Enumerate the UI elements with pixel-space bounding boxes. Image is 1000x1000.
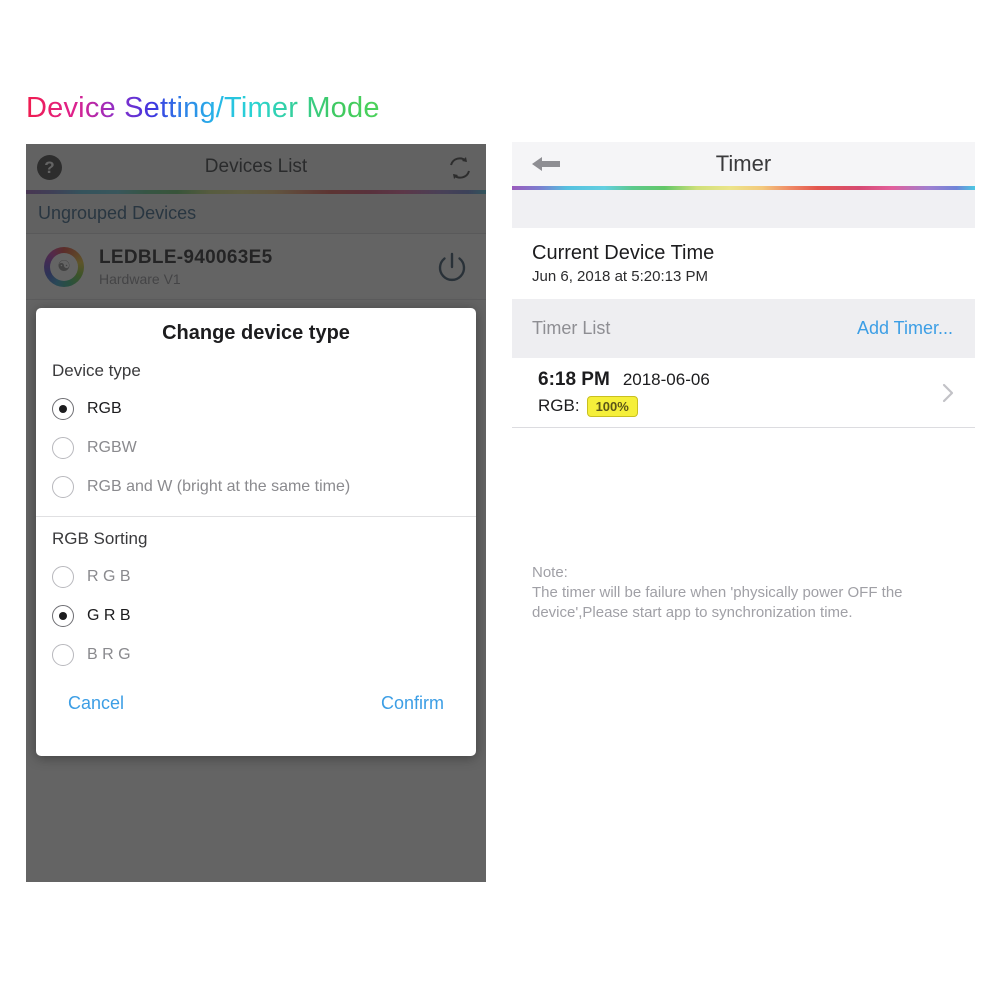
rgb-sorting-option-label: G R B xyxy=(87,606,131,624)
rgb-sorting-option-brg[interactable]: B R G xyxy=(50,635,462,674)
rgb-sorting-option-label: R G B xyxy=(87,567,131,585)
timer-time: 6:18 PM xyxy=(538,368,610,390)
radio-icon xyxy=(52,643,74,666)
radio-icon xyxy=(52,565,74,588)
timer-row[interactable]: 6:18 PM 2018-06-06 RGB: 100% xyxy=(512,358,975,428)
ungrouped-devices-label: Ungrouped Devices xyxy=(38,203,197,223)
note-title: Note: xyxy=(532,564,568,581)
color-wheel-icon: ☯ xyxy=(44,246,84,287)
timer-panel: Timer Current Device Time Jun 6, 2018 at… xyxy=(512,142,975,882)
device-row[interactable]: ☯ LEDBLE-940063E5 Hardware V1 xyxy=(26,234,486,300)
bulb-glyph: ☯ xyxy=(57,258,71,275)
help-icon[interactable]: ? xyxy=(37,155,62,180)
ungrouped-devices-header[interactable]: Ungrouped Devices xyxy=(26,194,486,234)
timer-top-spacer xyxy=(512,190,975,228)
timer-row-content: 6:18 PM 2018-06-06 RGB: 100% xyxy=(538,369,941,417)
rgb-sorting-label: RGB Sorting xyxy=(52,529,148,548)
timer-row-line-primary: 6:18 PM 2018-06-06 xyxy=(538,369,941,391)
radio-icon xyxy=(52,604,74,627)
device-hardware-version: Hardware V1 xyxy=(99,270,181,287)
rgb-sorting-option-rgb[interactable]: R G B xyxy=(50,557,462,596)
current-device-time-value: Jun 6, 2018 at 5:20:13 PM xyxy=(532,268,708,285)
power-icon[interactable] xyxy=(432,247,472,287)
timer-title: Timer xyxy=(715,151,772,176)
rgb-sorting-option-grb[interactable]: G R B xyxy=(50,596,462,635)
page-root: Device Setting/Timer Mode ? Devices List… xyxy=(0,0,1000,1000)
modal-action-bar: Cancel Confirm xyxy=(50,693,462,756)
device-text-group: LEDBLE-940063E5 Hardware V1 xyxy=(99,247,432,287)
timer-list-header: Timer List Add Timer... xyxy=(512,299,975,358)
devices-list-title: Devices List xyxy=(204,156,308,177)
device-settings-panel: ? Devices List Ungrouped Devices ☯ LEDBL… xyxy=(26,144,486,882)
timer-list-label: Timer List xyxy=(532,318,611,338)
radio-icon xyxy=(52,436,74,459)
modal-title: Change device type xyxy=(162,322,350,344)
add-timer-button[interactable]: Add Timer... xyxy=(857,318,953,339)
current-device-time-title: Current Device Time xyxy=(532,242,715,264)
modal-section-divider xyxy=(36,516,476,517)
timer-note-block: Note: The timer will be failure when 'ph… xyxy=(532,564,955,624)
device-type-option-label: RGB xyxy=(87,399,122,417)
page-title: Device Setting/Timer Mode xyxy=(26,92,380,124)
timer-brightness-badge: 100% xyxy=(586,395,638,417)
cancel-button[interactable]: Cancel xyxy=(68,693,124,714)
timer-rgb-label: RGB: xyxy=(538,396,580,415)
radio-icon xyxy=(52,397,74,420)
back-arrow-icon[interactable] xyxy=(530,155,562,173)
device-name: LEDBLE-940063E5 xyxy=(99,246,273,268)
device-type-option-rgb-and-w[interactable]: RGB and W (bright at the same time) xyxy=(50,467,462,506)
timer-navbar: Timer xyxy=(512,142,975,186)
device-type-label: Device type xyxy=(52,361,141,380)
devices-list-navbar: ? Devices List xyxy=(26,144,486,190)
refresh-icon[interactable] xyxy=(446,154,474,182)
timer-row-line-secondary: RGB: 100% xyxy=(538,395,941,417)
change-device-type-modal: Change device type Device type RGB RGBW … xyxy=(36,308,476,756)
device-type-option-label: RGBW xyxy=(87,438,137,456)
device-type-radio-group: RGB RGBW RGB and W (bright at the same t… xyxy=(50,381,462,506)
timer-date: 2018-06-06 xyxy=(622,369,710,389)
radio-icon xyxy=(52,475,74,498)
device-type-option-label: RGB and W (bright at the same time) xyxy=(87,477,351,495)
note-text: The timer will be failure when 'physical… xyxy=(532,584,903,622)
chevron-right-icon[interactable] xyxy=(941,382,955,404)
rgb-sorting-radio-group: R G B G R B B R G xyxy=(50,549,462,674)
current-device-time-block: Current Device Time Jun 6, 2018 at 5:20:… xyxy=(512,228,975,299)
device-type-option-rgbw[interactable]: RGBW xyxy=(50,428,462,467)
confirm-button[interactable]: Confirm xyxy=(381,693,444,714)
device-type-option-rgb[interactable]: RGB xyxy=(50,389,462,428)
rgb-sorting-option-label: B R G xyxy=(87,645,131,663)
